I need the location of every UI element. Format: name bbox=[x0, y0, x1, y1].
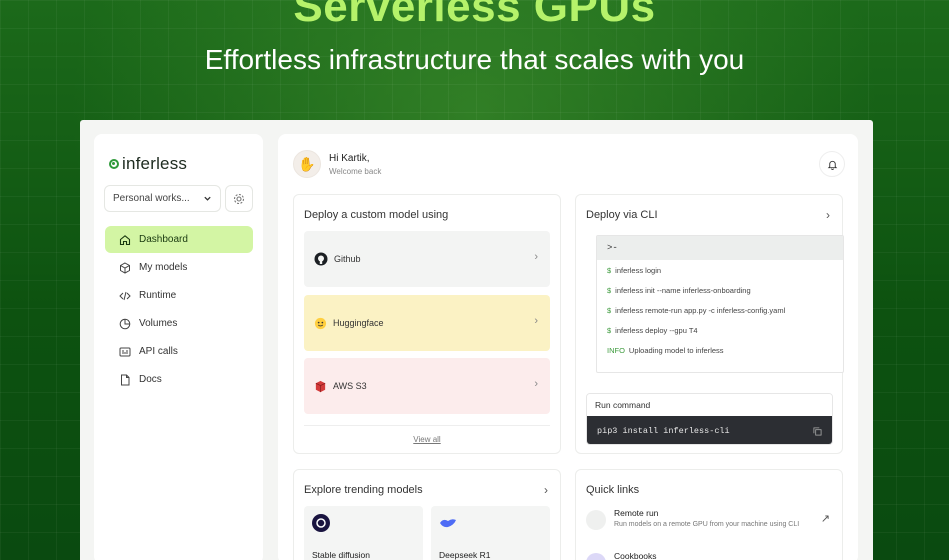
app-window: inferless Personal works... Dashboard My… bbox=[80, 120, 873, 560]
quick-link-cookbooks[interactable]: Cookbooks bbox=[586, 549, 834, 560]
quick-link-title: Cookbooks bbox=[614, 551, 657, 560]
model-name: Stable diffusion bbox=[312, 550, 370, 560]
sidebar-item-dashboard[interactable]: Dashboard bbox=[105, 226, 253, 253]
sidebar-item-label: Dashboard bbox=[139, 234, 188, 245]
sidebar-item-label: My models bbox=[139, 262, 188, 273]
sidebar-item-label: Docs bbox=[139, 374, 162, 385]
sidebar-item-label: Runtime bbox=[139, 290, 177, 301]
chevron-down-icon bbox=[204, 196, 211, 201]
wave-hand-icon: ✋ bbox=[293, 150, 321, 178]
api-icon bbox=[119, 346, 131, 358]
workspace-settings-button[interactable] bbox=[225, 185, 253, 212]
arrow-up-right-icon: ↗ bbox=[820, 513, 830, 525]
sidebar-item-label: Volumes bbox=[139, 318, 178, 329]
source-aws-s3[interactable]: AWS S3 › bbox=[304, 358, 550, 414]
gear-icon bbox=[233, 193, 245, 204]
trending-models-card: Explore trending models › Stable diffusi… bbox=[293, 469, 561, 560]
model-tile-stable-diffusion[interactable]: Stable diffusion bbox=[304, 506, 423, 560]
chevron-right-icon[interactable]: › bbox=[544, 483, 548, 497]
model-tile-deepseek[interactable]: Deepseek R1 bbox=[431, 506, 550, 560]
run-command-code[interactable]: pip3 install inferless-cli bbox=[587, 416, 832, 444]
greeting: ✋ Hi Kartik, Welcome back bbox=[293, 150, 381, 178]
source-github[interactable]: Github › bbox=[304, 231, 550, 287]
cookbooks-icon bbox=[586, 553, 606, 560]
code-icon bbox=[119, 290, 131, 302]
terminal-line: $ inferless remote-run app.py -c inferles… bbox=[607, 305, 786, 315]
sidebar-item-volumes[interactable]: Volumes bbox=[105, 310, 253, 337]
hero-title: Serverless GPUs bbox=[293, 0, 656, 31]
sidebar-item-api-calls[interactable]: API calls bbox=[105, 338, 253, 365]
logo-icon bbox=[109, 159, 119, 169]
copy-icon[interactable] bbox=[813, 426, 822, 436]
quick-links-card: Quick links Remote run Run models on a r… bbox=[575, 469, 843, 560]
source-label: AWS S3 bbox=[333, 381, 367, 391]
run-command-label: Run command bbox=[587, 394, 832, 416]
quick-link-remote-run[interactable]: Remote run Run models on a remote GPU fr… bbox=[586, 506, 834, 536]
terminal-line: INFO Uploading model to inferless bbox=[607, 345, 724, 355]
terminal-line: $ inferless init --name inferless-onboard… bbox=[607, 285, 751, 295]
cube-icon bbox=[119, 261, 131, 274]
greeting-subtitle: Welcome back bbox=[329, 166, 382, 176]
logo-text: inferless bbox=[122, 154, 188, 173]
huggingface-icon bbox=[314, 317, 327, 329]
logo[interactable]: inferless bbox=[109, 154, 187, 174]
run-command-text: pip3 install inferless-cli bbox=[597, 426, 730, 436]
terminal-prompt: >- bbox=[597, 236, 843, 260]
card-title: Deploy via CLI bbox=[586, 209, 658, 221]
source-label: Huggingface bbox=[333, 318, 384, 328]
github-icon bbox=[314, 252, 328, 266]
aws-s3-icon bbox=[315, 380, 326, 392]
terminal-line: $ inferless login bbox=[607, 265, 662, 275]
terminal: >- $ inferless login $ inferless init --na… bbox=[596, 235, 844, 373]
sidebar-item-label: API calls bbox=[139, 346, 178, 357]
pie-icon bbox=[119, 318, 131, 330]
greeting-title: Hi Kartik, bbox=[329, 152, 370, 164]
hero-subtitle: Effortless infrastructure that scales wi… bbox=[204, 44, 745, 75]
sidebar-nav: Dashboard My models Runtime Volumes API … bbox=[105, 226, 253, 394]
deepseek-icon bbox=[439, 514, 457, 532]
source-label: Github bbox=[334, 254, 361, 264]
doc-icon bbox=[119, 374, 131, 386]
card-title: Explore trending models bbox=[304, 484, 423, 496]
deploy-custom-model-card: Deploy a custom model using Github › Hug… bbox=[293, 194, 561, 454]
run-command-box: Run command pip3 install inferless-cli bbox=[586, 393, 833, 445]
notifications-button[interactable] bbox=[819, 151, 845, 177]
chevron-right-icon: › bbox=[534, 315, 538, 327]
sidebar: inferless Personal works... Dashboard My… bbox=[94, 134, 263, 560]
source-huggingface[interactable]: Huggingface › bbox=[304, 295, 550, 351]
bell-icon bbox=[827, 160, 837, 170]
model-name: Deepseek R1 bbox=[439, 550, 491, 560]
sidebar-item-docs[interactable]: Docs bbox=[105, 366, 253, 393]
quick-link-desc: Run models on a remote GPU from your mac… bbox=[614, 521, 800, 528]
workspace-row: Personal works... bbox=[104, 185, 253, 212]
quick-link-title: Remote run bbox=[614, 508, 659, 518]
card-title: Deploy a custom model using bbox=[304, 209, 449, 221]
sidebar-item-my-models[interactable]: My models bbox=[105, 254, 253, 281]
divider bbox=[304, 425, 550, 426]
terminal-line: $ inferless deploy --gpu T4 bbox=[607, 325, 698, 335]
main-panel: ✋ Hi Kartik, Welcome back Deploy a custo… bbox=[278, 134, 858, 560]
deploy-cli-card: Deploy via CLI › >- $ inferless login $ in… bbox=[575, 194, 844, 454]
chevron-right-icon: › bbox=[534, 251, 538, 263]
stable-diffusion-icon bbox=[312, 514, 330, 532]
workspace-select[interactable]: Personal works... bbox=[104, 185, 221, 212]
remote-run-icon bbox=[586, 510, 606, 530]
card-title: Quick links bbox=[586, 484, 640, 496]
home-icon bbox=[119, 234, 131, 246]
view-all-link[interactable]: View all bbox=[294, 435, 560, 444]
sidebar-item-runtime[interactable]: Runtime bbox=[105, 282, 253, 309]
workspace-label: Personal works... bbox=[113, 193, 190, 204]
chevron-right-icon[interactable]: › bbox=[826, 208, 830, 222]
chevron-right-icon: › bbox=[534, 378, 538, 390]
